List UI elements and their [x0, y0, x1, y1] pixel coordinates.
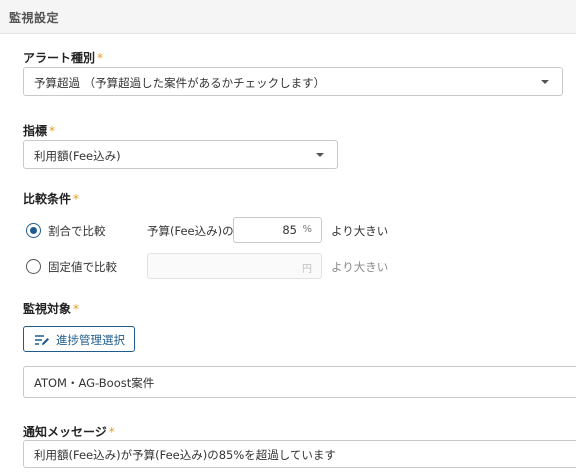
notification-label-text: 通知メッセージ — [23, 425, 107, 439]
yen-unit: 円 — [302, 264, 312, 275]
radio-compare-fixed[interactable] — [26, 259, 41, 274]
indicator-label-text: 指標 — [23, 124, 48, 138]
select-progress-button-label: 進捗管理選択 — [56, 333, 125, 347]
radio-compare-ratio[interactable] — [26, 223, 41, 238]
chevron-down-icon — [541, 80, 549, 84]
section-title: 監視設定 — [9, 11, 60, 25]
percent-unit: % — [302, 224, 312, 235]
required-mark: * — [73, 302, 80, 316]
fixed-suffix-text: より大きい — [331, 260, 389, 274]
chevron-down-icon — [316, 153, 324, 157]
target-value-box: ATOM・AG-Boost案件 — [23, 366, 576, 398]
notification-message-value: 利用額(Fee込み)が予算(Fee込み)の85%を超過しています — [34, 448, 336, 462]
alert-type-select[interactable]: 予算超過 （予算超過した案件があるかチェックします） — [23, 67, 563, 96]
alert-type-selected-value: 予算超過 （予算超過した案件があるかチェックします） — [34, 76, 326, 90]
list-edit-icon — [35, 335, 49, 345]
select-progress-button[interactable]: 進捗管理選択 — [23, 326, 135, 352]
ratio-prefix-text: 予算(Fee込み)の — [147, 224, 234, 238]
required-mark: * — [97, 51, 104, 65]
ratio-value-input[interactable]: 85 % — [233, 217, 322, 243]
radio-compare-ratio-label: 割合で比較 — [48, 224, 106, 238]
ratio-value: 85 — [282, 223, 297, 237]
alert-type-label-text: アラート種別 — [23, 51, 96, 65]
required-mark: * — [73, 192, 80, 206]
comparison-label: 比較条件 * — [23, 190, 79, 207]
radio-selected-dot — [29, 226, 37, 234]
radio-compare-fixed-label: 固定値で比較 — [48, 260, 117, 274]
target-label-text: 監視対象 — [23, 302, 72, 316]
target-label: 監視対象 * — [23, 300, 79, 317]
target-value: ATOM・AG-Boost案件 — [34, 376, 155, 390]
indicator-label: 指標 * — [23, 122, 55, 139]
section-header: 監視設定 — [0, 0, 576, 34]
ratio-suffix-text: より大きい — [331, 224, 389, 238]
indicator-selected-value: 利用額(Fee込み) — [34, 149, 121, 163]
fixed-value-input[interactable]: 円 — [147, 253, 322, 279]
comparison-label-text: 比較条件 — [23, 192, 72, 206]
required-mark: * — [49, 124, 56, 138]
alert-type-label: アラート種別 * — [23, 49, 103, 66]
required-mark: * — [108, 425, 115, 439]
indicator-select[interactable]: 利用額(Fee込み) — [23, 140, 338, 169]
notification-message-input[interactable]: 利用額(Fee込み)が予算(Fee込み)の85%を超過しています — [23, 440, 576, 468]
notification-label: 通知メッセージ * — [23, 423, 115, 440]
